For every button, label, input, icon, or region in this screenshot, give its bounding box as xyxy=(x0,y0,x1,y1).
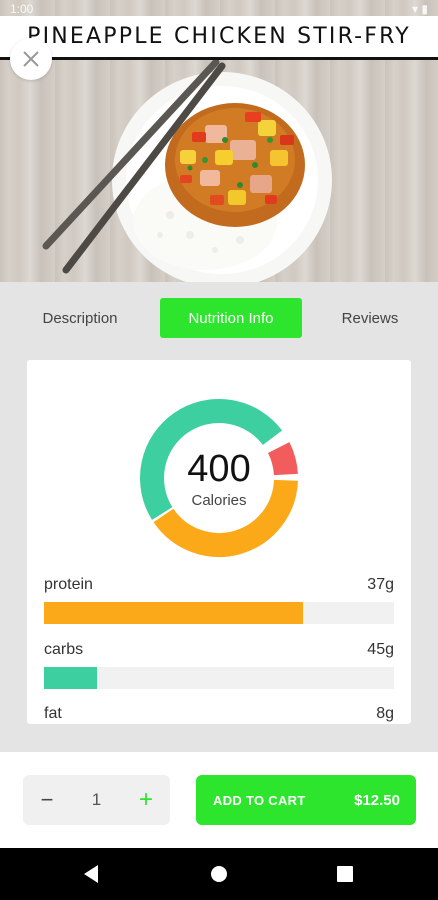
recents-button[interactable] xyxy=(334,863,356,885)
calories-label: Calories xyxy=(191,492,247,509)
tab-description[interactable]: Description xyxy=(20,298,140,338)
close-button[interactable] xyxy=(10,38,52,80)
quantity-stepper: − 1 + xyxy=(23,775,170,825)
home-button[interactable] xyxy=(208,863,230,885)
tab-bar: Description Nutrition Info Reviews xyxy=(0,282,438,358)
home-icon xyxy=(211,866,227,882)
donut-segment-fat xyxy=(267,442,298,476)
add-to-cart-label: ADD TO CART xyxy=(213,792,306,808)
nutrient-amount: 37g xyxy=(367,576,394,593)
quantity-value: 1 xyxy=(91,790,102,809)
tab-reviews[interactable]: Reviews xyxy=(320,298,420,338)
nutrient-name: protein xyxy=(44,576,93,593)
nutrient-amount: 8g xyxy=(376,705,394,722)
purchase-bar: − 1 + ADD TO CART $12.50 xyxy=(0,752,438,848)
nutrient-bar xyxy=(44,667,394,689)
nutrient-bar-fill xyxy=(44,667,97,689)
add-to-cart-button[interactable]: ADD TO CART $12.50 xyxy=(196,775,416,825)
nutrient-protein: protein 37g xyxy=(44,576,394,624)
system-nav-bar xyxy=(0,848,438,900)
nutrient-name: fat xyxy=(44,705,62,722)
nutrient-fat: fat 8g xyxy=(44,705,394,724)
cart-price: $12.50 xyxy=(354,791,400,809)
calories-value: 400 xyxy=(187,448,251,490)
nutrient-amount: 45g xyxy=(367,641,394,658)
decrement-button[interactable]: − xyxy=(37,787,57,813)
increment-button[interactable]: + xyxy=(136,786,156,814)
back-icon xyxy=(84,865,98,883)
tab-nutrition-info[interactable]: Nutrition Info xyxy=(160,298,302,338)
nutrient-bar xyxy=(44,602,394,624)
back-button[interactable] xyxy=(80,863,102,885)
nutrient-carbs: carbs 45g xyxy=(44,641,394,689)
close-icon xyxy=(23,51,39,67)
nutrition-card: 400 Calories protein 37g carbs 45g fat 8… xyxy=(27,360,411,724)
nutrient-name: carbs xyxy=(44,641,84,658)
recipe-detail-screen: 1:00 ▾ ▮ PINEAPPLE CHICKEN STIR-FRY Desc… xyxy=(0,0,438,900)
title-banner: PINEAPPLE CHICKEN STIR-FRY xyxy=(0,16,438,60)
recents-icon xyxy=(337,866,353,882)
nutrient-bar-fill xyxy=(44,602,303,624)
recipe-title: PINEAPPLE CHICKEN STIR-FRY xyxy=(27,24,411,49)
